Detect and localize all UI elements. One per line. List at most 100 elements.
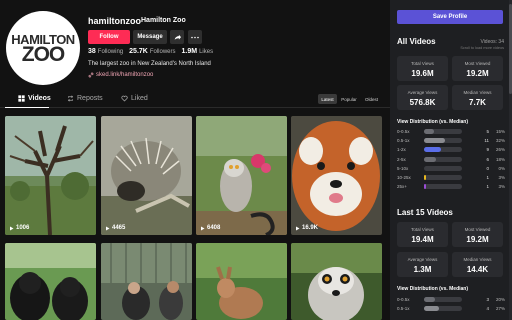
tab-liked-label: Liked xyxy=(131,95,148,102)
distribution-bar-track xyxy=(424,165,462,171)
red-panda-image xyxy=(291,116,382,235)
distribution-bar-fill xyxy=(424,129,434,134)
stat-card-average-views: Average Views 1.3M xyxy=(397,252,448,277)
last-15-title: Last 15 Videos xyxy=(397,208,453,217)
video-thumbnail[interactable]: 16.9K xyxy=(291,116,382,235)
username: hamiltonzoo xyxy=(88,16,141,26)
distribution-count: 0 xyxy=(486,165,489,171)
bio-text: The largest zoo in New Zealand's North I… xyxy=(88,61,211,67)
distribution-label: 0-0.5x xyxy=(397,297,410,302)
distribution-row: 25x+ 1 3% xyxy=(397,183,505,191)
distribution-bar-track xyxy=(424,175,462,180)
distribution-count: 5 xyxy=(486,129,489,134)
play-icon xyxy=(106,226,110,230)
heart-outline-icon xyxy=(121,95,128,102)
distribution-bar-fill xyxy=(424,175,427,180)
distribution-title: View Distribution (vs. Median) xyxy=(397,286,469,292)
tab-reposts-label: Reposts xyxy=(77,95,103,102)
more-icon xyxy=(191,36,199,38)
sort-popular[interactable]: Popular xyxy=(338,94,360,104)
sort-oldest[interactable]: Oldest xyxy=(361,94,382,104)
stat-card-total-views: Total Views 19.4M xyxy=(397,222,448,247)
distribution-percent: 26% xyxy=(495,147,505,153)
all-videos-title: All Videos xyxy=(397,37,436,46)
distribution-bar-fill xyxy=(424,306,440,312)
profile-main: HAMILTON ZOO hamiltonzoo Hamilton Zoo Fo… xyxy=(0,0,390,320)
video-thumbnail[interactable]: 1006 xyxy=(5,116,96,235)
active-tab-indicator xyxy=(5,107,49,108)
distribution-percent: 3% xyxy=(498,184,505,190)
porcupine-image xyxy=(101,116,192,235)
distribution-count: 9 xyxy=(486,147,489,153)
keepers-image xyxy=(101,243,192,320)
stat-following[interactable]: 38 Following xyxy=(88,48,123,55)
video-thumbnail[interactable]: 4465 xyxy=(101,116,192,235)
distribution-bar-track xyxy=(424,138,462,144)
avatar[interactable]: HAMILTON ZOO xyxy=(6,11,80,85)
play-icon xyxy=(296,226,300,230)
follow-button[interactable]: Follow xyxy=(88,30,130,44)
distribution-label: 25x+ xyxy=(397,184,407,190)
wallaby-image xyxy=(196,243,287,320)
sort-latest[interactable]: Latest xyxy=(318,94,337,104)
distribution-bar-fill xyxy=(424,184,427,190)
tab-reposts[interactable]: Reposts xyxy=(67,95,103,102)
distribution-count: 1 xyxy=(486,184,489,190)
lemur-face-image xyxy=(291,243,382,320)
distribution-count: 6 xyxy=(486,156,489,162)
video-thumbnail[interactable] xyxy=(101,243,192,320)
logo-text-bottom: ZOO xyxy=(21,42,65,66)
distribution-bar-fill xyxy=(424,297,436,302)
distribution-label: 1-2x xyxy=(397,147,406,153)
grid-icon xyxy=(18,95,25,102)
display-name: Hamilton Zoo xyxy=(141,17,186,24)
distribution-bar-track xyxy=(424,297,462,302)
profile-link-text: sked.link/hamiltonzoo xyxy=(96,72,154,78)
video-thumbnail[interactable] xyxy=(5,243,96,320)
distribution-label: 2-5x xyxy=(397,156,406,162)
stat-card-most-viewed: Most Viewed 19.2M xyxy=(452,56,503,81)
play-icon xyxy=(10,226,14,230)
repost-icon xyxy=(67,95,74,102)
tab-videos-label: Videos xyxy=(28,95,51,102)
distribution-label: 0.5-1x xyxy=(397,138,410,144)
scroll-hint: Scroll to load more videos xyxy=(460,46,504,50)
video-thumbnail[interactable]: 6408 xyxy=(196,116,287,235)
distribution-percent: 0% xyxy=(498,165,505,171)
distribution-row: 0.5-1x 4 27% xyxy=(397,305,505,313)
stat-card-average-views: Average Views 576.8K xyxy=(397,85,448,110)
distribution-label: 0.5-1x xyxy=(397,306,410,312)
distribution-label: 5-10x xyxy=(397,165,409,171)
video-thumbnail[interactable] xyxy=(196,243,287,320)
distribution-bar-fill xyxy=(424,147,442,153)
distribution-label: 0-0.5x xyxy=(397,129,410,134)
share-button[interactable] xyxy=(170,30,184,44)
distribution-count: 1 xyxy=(486,175,489,180)
siamang-image xyxy=(5,243,96,320)
distribution-percent: 18% xyxy=(495,156,505,162)
profile-stats: 38 Following 25.7K Followers 1.9M Likes xyxy=(88,48,213,55)
distribution-title: View Distribution (vs. Median) xyxy=(397,119,469,125)
lemur-flowers-image xyxy=(196,116,287,235)
video-count: Videos: 34 xyxy=(480,39,504,45)
distribution-percent: 15% xyxy=(495,129,505,134)
distribution-bar-track xyxy=(424,156,462,162)
stat-card-most-viewed: Most Viewed 19.2M xyxy=(452,222,503,247)
message-button[interactable]: Message xyxy=(133,30,167,44)
stat-followers[interactable]: 25.7K Followers xyxy=(129,48,175,55)
distribution-bar-fill xyxy=(424,138,445,144)
profile-link[interactable]: sked.link/hamiltonzoo xyxy=(88,72,153,78)
tab-videos[interactable]: Videos xyxy=(18,95,51,102)
distribution-bar-track xyxy=(424,129,462,134)
tab-liked[interactable]: Liked xyxy=(121,95,148,102)
distribution-count: 3 xyxy=(486,297,489,302)
analytics-sidebar: Save Profile All Videos Videos: 34 Scrol… xyxy=(390,0,512,320)
stat-card-median-views: Median Views 7.7K xyxy=(452,85,503,110)
distribution-row: 2-5x 6 18% xyxy=(397,156,505,164)
save-profile-button[interactable]: Save Profile xyxy=(397,10,503,24)
distribution-bar-track xyxy=(424,184,462,190)
distribution-percent: 32% xyxy=(495,138,505,144)
distribution-row: 0-0.5x 5 15% xyxy=(397,128,505,136)
more-options-button[interactable] xyxy=(188,30,202,44)
video-thumbnail[interactable] xyxy=(291,243,382,320)
